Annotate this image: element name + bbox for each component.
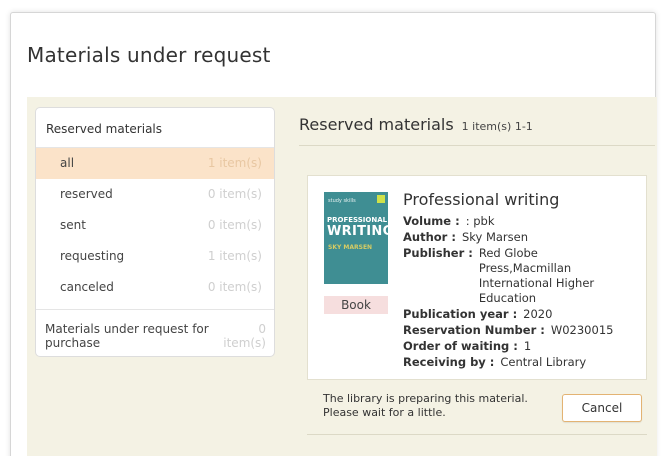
- publisher-label: Publisher :: [403, 246, 473, 260]
- divider: [299, 145, 655, 146]
- cover-title-line1: PROFESSIONAL: [327, 216, 388, 224]
- cancel-button[interactable]: Cancel: [562, 394, 642, 422]
- publication-year-label: Publication year :: [403, 307, 518, 321]
- sidebar-item-label: all: [60, 156, 75, 170]
- result-count: 1 item(s) 1-1: [461, 120, 533, 133]
- status-notice: The library is preparing this material. …: [307, 380, 647, 435]
- sidebar-item-label: canceled: [60, 280, 114, 294]
- volume-row: Volume : : pbk: [403, 214, 643, 229]
- cover-decoration: [377, 195, 385, 203]
- sidebar-item-label: requesting: [60, 249, 125, 263]
- volume-label: Volume :: [403, 214, 460, 228]
- sidebar-header: Reserved materials: [36, 108, 274, 148]
- materials-panel: Materials under request Reserved materia…: [10, 12, 657, 456]
- material-card: study skills PROFESSIONAL WRITING SKY MA…: [307, 175, 647, 380]
- volume-value: : pbk: [465, 214, 495, 228]
- receiving-by-row: Receiving by : Central Library: [403, 355, 643, 370]
- receiving-by-label: Receiving by :: [403, 355, 495, 369]
- cover-series-text: study skills: [328, 198, 356, 204]
- publication-year-row: Publication year : 2020: [403, 307, 643, 322]
- publication-year-value: 2020: [523, 307, 553, 321]
- sidebar-item-requesting[interactable]: requesting 1 item(s): [36, 241, 274, 272]
- sidebar-item-count: 0 item(s): [223, 322, 266, 350]
- sidebar-item-label: sent: [60, 218, 86, 232]
- sidebar-item-count: 0 item(s): [207, 280, 262, 294]
- sidebar-item-count: 0 item(s): [207, 187, 262, 201]
- sidebar-item-label: reserved: [60, 187, 113, 201]
- cover-title-line2: WRITING: [327, 224, 388, 239]
- sidebar-item-sent[interactable]: sent 0 item(s): [36, 210, 274, 241]
- content-area: Reserved materials all 1 item(s) reserve…: [27, 97, 657, 456]
- order-of-waiting-value: 1: [523, 339, 532, 353]
- publisher-row: Publisher : Red Globe Press,Macmillan In…: [403, 246, 643, 306]
- sidebar: Reserved materials all 1 item(s) reserve…: [35, 107, 275, 357]
- sidebar-item-canceled[interactable]: canceled 0 item(s): [36, 272, 274, 303]
- main-title-text: Reserved materials: [299, 115, 454, 134]
- sidebar-item-reserved[interactable]: reserved 0 item(s): [36, 179, 274, 210]
- cover-author: SKY MARSEN: [328, 244, 373, 251]
- main-title: Reserved materials 1 item(s) 1-1: [299, 115, 533, 134]
- reservation-number-value: W0230015: [550, 323, 614, 337]
- book-details: Volume : : pbk Author : Sky Marsen Publi…: [403, 214, 643, 371]
- sidebar-item-purchase-requests[interactable]: Materials under request for purchase 0 i…: [36, 309, 274, 356]
- author-row: Author : Sky Marsen: [403, 230, 643, 245]
- author-label: Author :: [403, 230, 456, 244]
- sidebar-item-count: 0 item(s): [207, 218, 262, 232]
- order-of-waiting-row: Order of waiting : 1: [403, 339, 643, 354]
- sidebar-item-count: 1 item(s): [207, 156, 262, 170]
- status-message: The library is preparing this material. …: [323, 392, 528, 419]
- reservation-number-row: Reservation Number : W0230015: [403, 323, 643, 338]
- book-title[interactable]: Professional writing: [403, 190, 559, 209]
- page-title: Materials under request: [27, 43, 271, 67]
- receiving-by-value: Central Library: [500, 355, 587, 369]
- author-value: Sky Marsen: [461, 230, 529, 244]
- order-of-waiting-label: Order of waiting :: [403, 339, 518, 353]
- publisher-value: Red Globe Press,Macmillan International …: [478, 246, 595, 305]
- reservation-number-label: Reservation Number :: [403, 323, 545, 337]
- book-cover-image[interactable]: study skills PROFESSIONAL WRITING SKY MA…: [324, 192, 388, 284]
- sidebar-item-count: 1 item(s): [207, 249, 262, 263]
- material-type-badge: Book: [324, 296, 388, 314]
- sidebar-item-all[interactable]: all 1 item(s): [36, 148, 274, 179]
- sidebar-item-label: Materials under request for purchase: [45, 322, 209, 350]
